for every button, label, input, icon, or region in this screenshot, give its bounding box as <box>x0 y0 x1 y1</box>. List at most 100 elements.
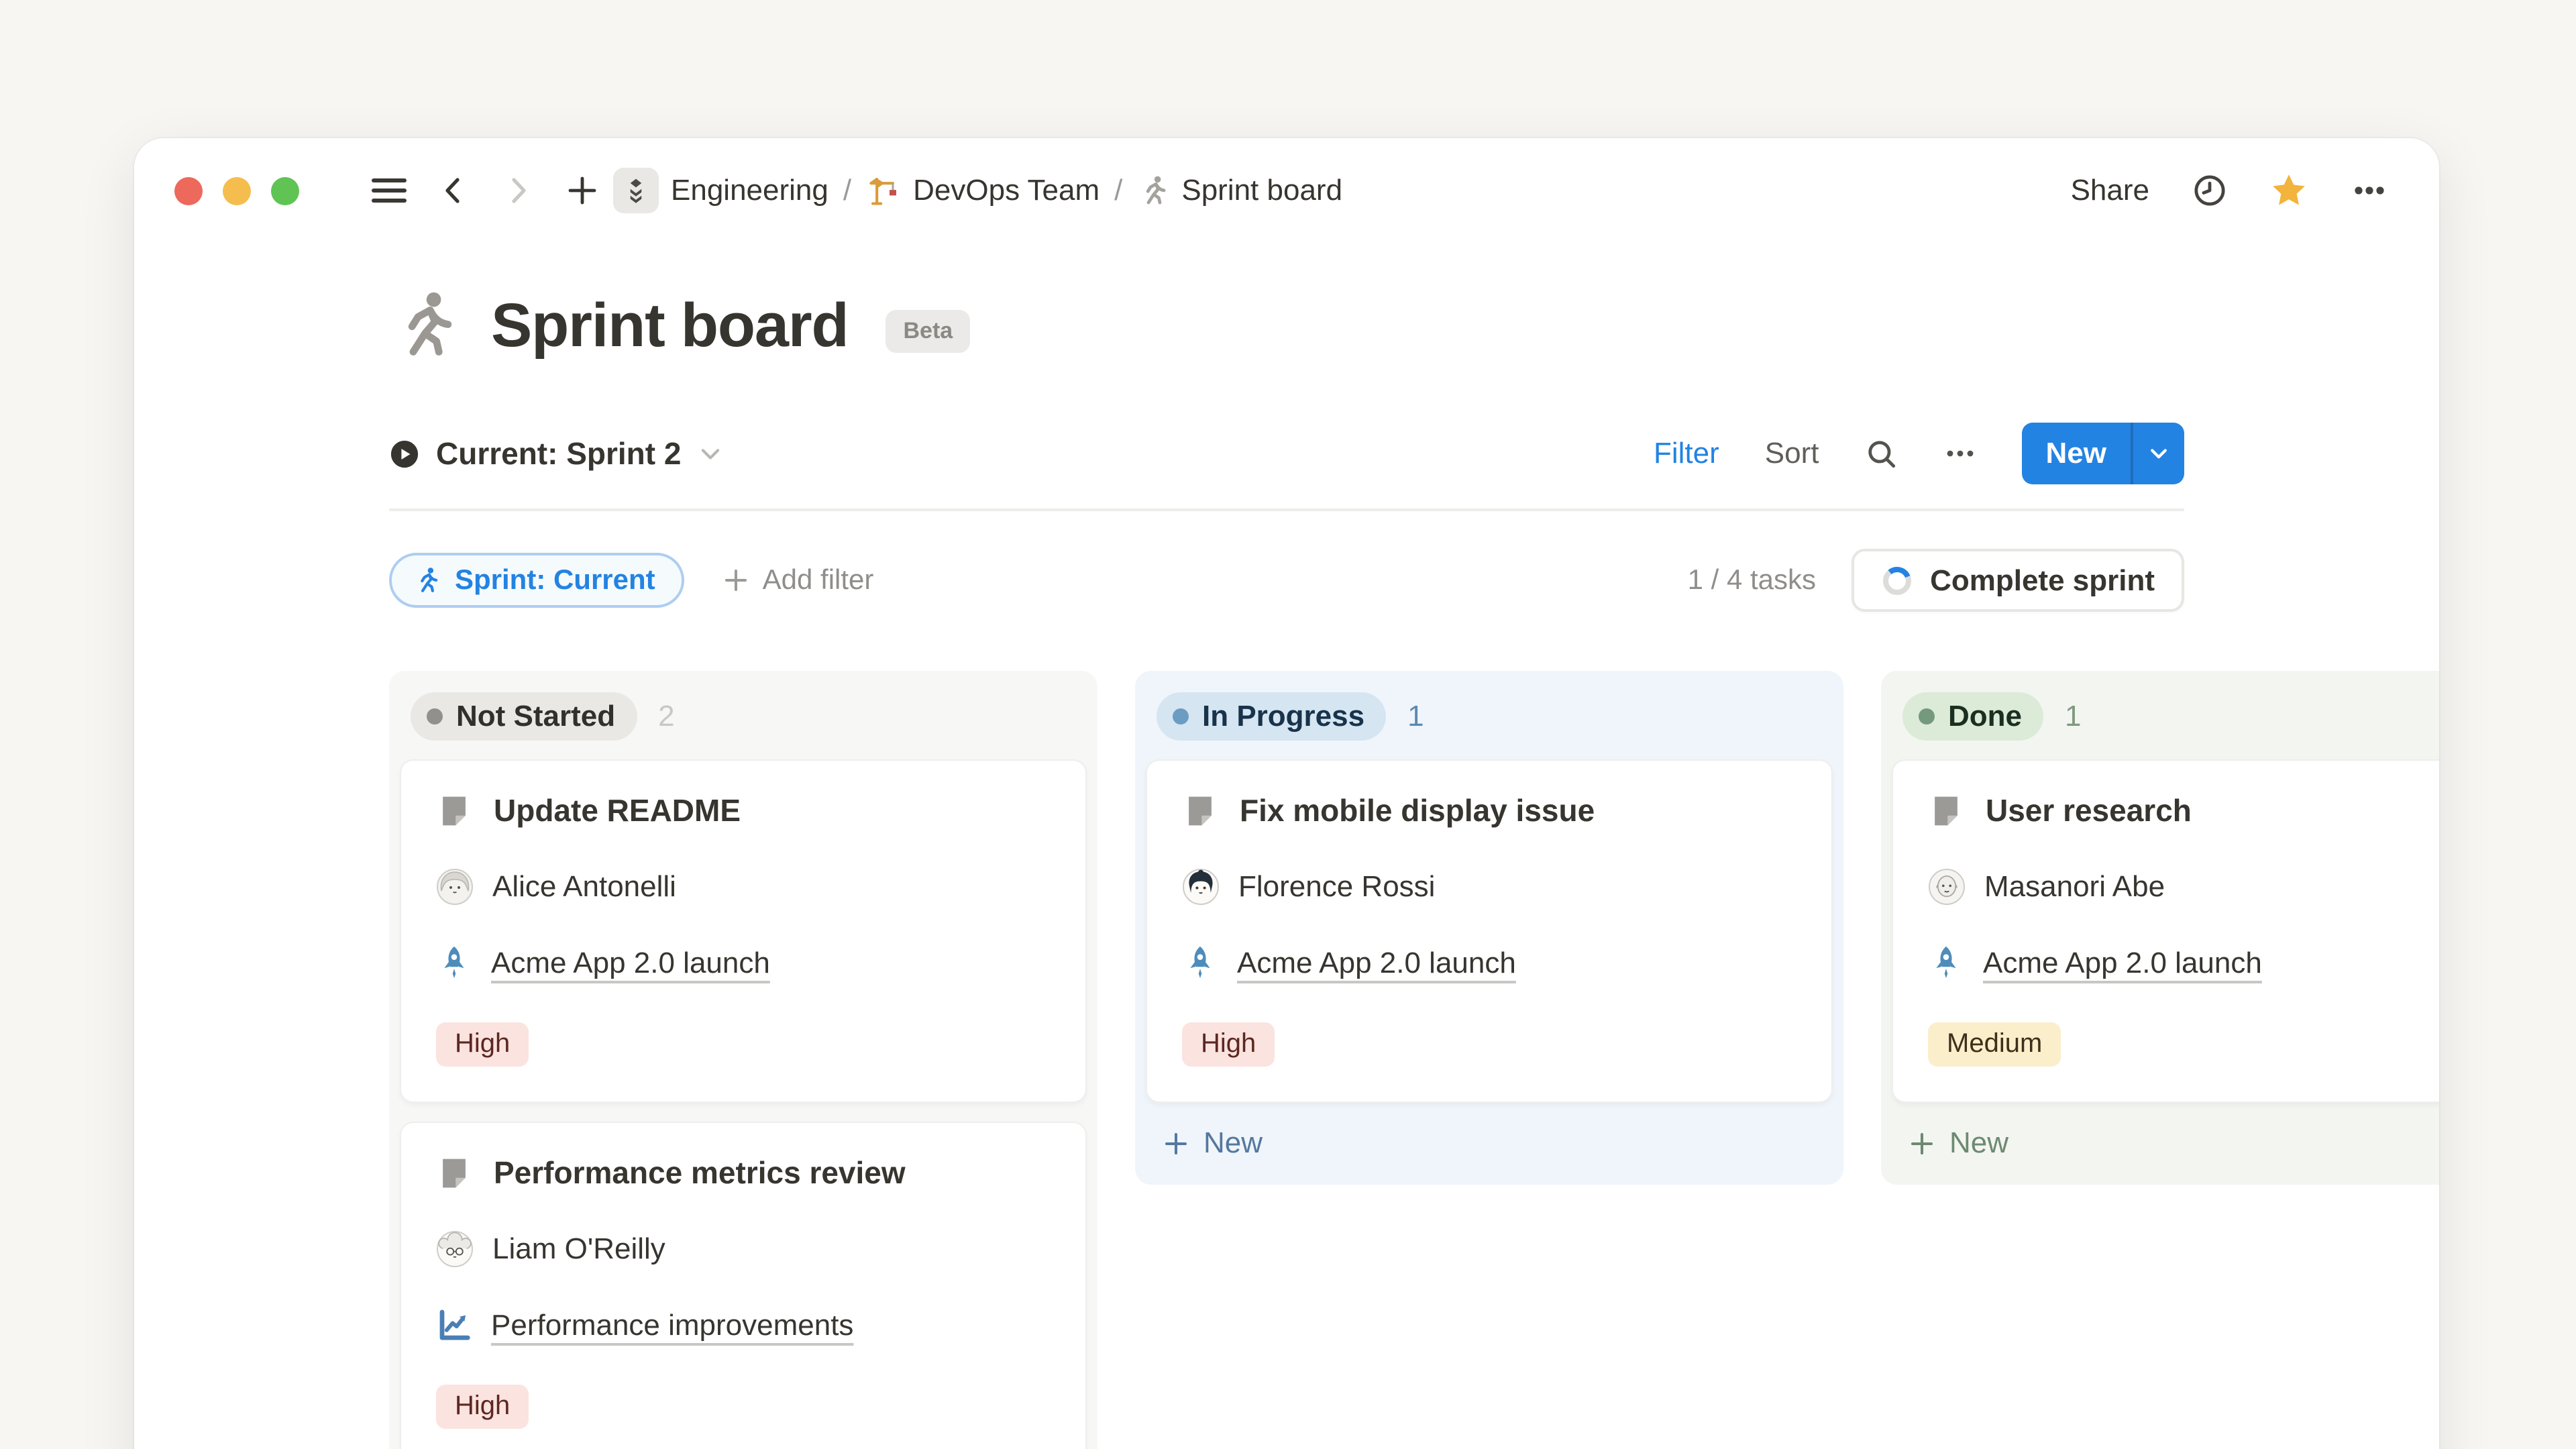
column-not-started: Not Started 2 Update README <box>389 671 1097 1449</box>
page-title: Sprint board <box>491 288 849 361</box>
forward-button[interactable] <box>495 168 541 213</box>
new-button-label[interactable]: New <box>2022 423 2131 484</box>
new-page-button[interactable] <box>559 168 605 213</box>
breadcrumb-item-sprint-board-label[interactable]: Sprint board <box>1181 173 1342 208</box>
project-link[interactable]: Acme App 2.0 launch <box>1237 945 1516 980</box>
tasks-progress-label: 1 / 4 tasks <box>1688 564 1816 596</box>
sidebar-menu-button[interactable] <box>366 168 412 213</box>
column-header: In Progress 1 <box>1146 682 1833 759</box>
zoom-window-button[interactable] <box>271 176 299 205</box>
breadcrumb: Engineering / DevOps Team / Sprint board <box>613 168 1342 213</box>
status-label: Done <box>1948 699 2022 734</box>
history-clock-icon[interactable] <box>2192 173 2227 208</box>
back-button[interactable] <box>431 168 476 213</box>
column-header: Not Started 2 <box>400 682 1087 759</box>
filter-bar: Sprint: Current Add filter 1 / 4 tasks C… <box>389 549 2184 612</box>
kanban-board: Not Started 2 Update README <box>389 671 2439 1449</box>
task-card-fix-mobile-display-issue[interactable]: Fix mobile display issue Florence Rossi <box>1146 759 1833 1103</box>
topbar-actions: Share <box>2071 172 2388 209</box>
search-icon[interactable] <box>1865 437 1898 470</box>
filter-button[interactable]: Filter <box>1654 436 1719 471</box>
rocket-icon <box>1928 945 1964 981</box>
sort-button[interactable]: Sort <box>1765 436 1819 471</box>
chevron-right-icon <box>502 174 534 207</box>
window-controls <box>174 176 299 205</box>
complete-sprint-button[interactable]: Complete sprint <box>1851 549 2184 612</box>
crane-icon <box>866 173 901 208</box>
column-header: Done 1 <box>1892 682 2439 759</box>
card-title-row: Update README <box>436 793 1051 829</box>
view-actions: Filter Sort New <box>1654 423 2184 484</box>
add-filter-label: Add filter <box>763 564 874 596</box>
task-card-update-readme[interactable]: Update README Alice Antonelli <box>400 759 1087 1103</box>
assignee-name: Liam O'Reilly <box>492 1232 665 1267</box>
page-icon <box>1182 793 1218 829</box>
add-card-button[interactable]: New <box>1892 1103 2439 1174</box>
sprint-filter-chip[interactable]: Sprint: Current <box>389 553 685 608</box>
project-row: Acme App 2.0 launch <box>1182 945 1796 981</box>
favorite-star-icon[interactable] <box>2270 172 2308 209</box>
add-card-label: New <box>1949 1126 2008 1161</box>
project-row: Performance improvements <box>436 1307 1051 1343</box>
project-link[interactable]: Performance improvements <box>491 1307 853 1342</box>
status-pill-done[interactable]: Done <box>1902 692 2043 741</box>
breadcrumb-item-devops-team-label[interactable]: DevOps Team <box>913 173 1099 208</box>
desktop: Engineering / DevOps Team / Sprint board… <box>0 0 2576 1449</box>
avatar-alice-antonelli <box>436 868 474 906</box>
toolbar-divider <box>389 508 2184 511</box>
more-options-icon[interactable] <box>1944 437 1976 470</box>
page-icon <box>436 1155 472 1191</box>
assignee-row: Florence Rossi <box>1182 868 1796 906</box>
priority-badge: High <box>436 1385 529 1429</box>
teamspace-stack-icon <box>621 176 651 205</box>
minimize-window-button[interactable] <box>223 176 251 205</box>
chart-increasing-icon <box>436 1307 472 1343</box>
view-tab-current-sprint[interactable]: Current: Sprint 2 <box>389 435 722 472</box>
card-list: User research Masanori Abe <box>1892 759 2439 1103</box>
status-pill-not-started[interactable]: Not Started <box>411 692 637 741</box>
breadcrumb-item-engineering[interactable] <box>613 168 659 213</box>
breadcrumb-separator: / <box>1112 173 1125 208</box>
page-content: Sprint board Beta Current: Sprint 2 Filt… <box>134 288 2439 612</box>
rocket-icon <box>1182 945 1218 981</box>
project-link[interactable]: Acme App 2.0 launch <box>491 945 770 980</box>
column-count: 2 <box>658 699 675 734</box>
page-icon <box>1928 793 1964 829</box>
new-button-dropdown[interactable] <box>2131 423 2184 484</box>
plus-icon <box>566 174 598 207</box>
view-toolbar: Current: Sprint 2 Filter Sort New <box>389 423 2184 484</box>
add-card-button[interactable]: New <box>1146 1103 1833 1174</box>
runner-icon <box>1137 174 1169 207</box>
play-circle-icon <box>389 438 420 469</box>
progress-ring-icon <box>1880 564 1913 596</box>
project-link[interactable]: Acme App 2.0 launch <box>1983 945 2262 980</box>
assignee-name: Masanori Abe <box>1984 869 2165 904</box>
card-title: Update README <box>494 793 741 829</box>
chevron-left-icon <box>437 174 470 207</box>
card-title: Fix mobile display issue <box>1240 793 1595 829</box>
runner-icon[interactable] <box>389 288 462 361</box>
rocket-icon <box>436 945 472 981</box>
add-filter-button[interactable]: Add filter <box>722 564 874 596</box>
priority-badge: Medium <box>1928 1022 2061 1067</box>
status-label: Not Started <box>456 699 615 734</box>
column-count: 1 <box>1407 699 1424 734</box>
status-dot <box>1173 708 1189 724</box>
breadcrumb-item-engineering-label[interactable]: Engineering <box>671 173 828 208</box>
task-card-performance-metrics-review[interactable]: Performance metrics review Liam O'Reilly <box>400 1122 1087 1449</box>
assignee-row: Masanori Abe <box>1928 868 2439 906</box>
more-options-icon[interactable] <box>2351 172 2388 209</box>
column-in-progress: In Progress 1 Fix mobile display issue <box>1135 671 1843 1185</box>
status-pill-in-progress[interactable]: In Progress <box>1157 692 1386 741</box>
new-button[interactable]: New <box>2022 423 2185 484</box>
assignee-name: Alice Antonelli <box>492 869 676 904</box>
avatar-liam-oreilly <box>436 1230 474 1268</box>
hamburger-icon <box>372 176 407 205</box>
nav-controls <box>366 168 605 213</box>
task-card-user-research[interactable]: User research Masanori Abe <box>1892 759 2439 1103</box>
close-window-button[interactable] <box>174 176 203 205</box>
runner-icon <box>413 566 441 594</box>
share-button[interactable]: Share <box>2071 173 2149 208</box>
card-title-row: Fix mobile display issue <box>1182 793 1796 829</box>
card-title: Performance metrics review <box>494 1155 906 1191</box>
